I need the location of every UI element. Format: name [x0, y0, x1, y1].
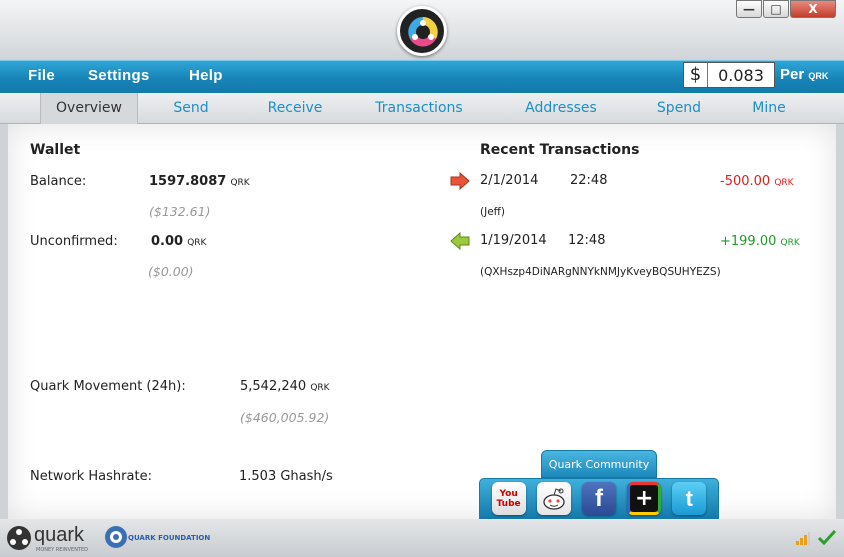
menu-help[interactable]: Help: [189, 67, 223, 84]
currency-symbol: $: [684, 63, 708, 87]
recent-transactions-title: Recent Transactions: [480, 142, 640, 158]
balance-label: Balance:: [30, 174, 87, 189]
synced-check-icon: [818, 529, 836, 545]
menu-file[interactable]: File: [28, 67, 55, 84]
tx-time: 22:48: [570, 173, 608, 188]
menu-settings[interactable]: Settings: [88, 67, 150, 84]
google-plus-icon[interactable]: +: [627, 482, 662, 515]
quark-foundation-logo-icon: [105, 526, 127, 548]
price-display: $ 0.083: [683, 62, 775, 88]
hashrate-label: Network Hashrate:: [30, 469, 152, 484]
unconfirmed-unit: QRK: [187, 238, 207, 248]
facebook-icon[interactable]: f: [581, 482, 616, 515]
youtube-icon[interactable]: You Tube: [491, 482, 526, 515]
title-bar: — □ X: [0, 0, 844, 60]
unconfirmed-value: 0.00: [151, 234, 184, 249]
movement-unit: QRK: [310, 383, 330, 393]
footer-bar: quark MONEY REINVENTED QUARK FOUNDATION: [0, 519, 844, 557]
tab-spend[interactable]: Spend: [648, 93, 710, 124]
movement-usd: ($460,005.92): [240, 410, 330, 425]
tab-send[interactable]: Send: [160, 93, 222, 124]
price-value: 0.083: [718, 65, 764, 85]
tx-date[interactable]: 2/1/2014: [480, 173, 538, 188]
maximize-button[interactable]: □: [763, 0, 789, 18]
tab-addresses[interactable]: Addresses: [515, 93, 607, 124]
reddit-icon[interactable]: [536, 482, 571, 515]
signal-strength-icon: [796, 532, 810, 545]
sent-arrow-icon: [450, 172, 470, 190]
tx-label: (QXHszp4DiNARgNNYkNMJyKveyBQSUHYEZS): [480, 266, 721, 278]
tx-time: 12:48: [568, 233, 606, 248]
quark-community-tab[interactable]: Quark Community: [541, 450, 657, 478]
tab-receive[interactable]: Receive: [258, 93, 332, 124]
tx-amount: +199.00 QRK: [720, 234, 800, 249]
unconfirmed-amount: 0.00 QRK: [151, 234, 206, 249]
foundation-name: QUARK FOUNDATION: [128, 534, 211, 542]
quark-footer-logo-icon: [7, 526, 31, 550]
brand-tagline: MONEY REINVENTED: [36, 547, 89, 553]
unconfirmed-label: Unconfirmed:: [30, 234, 118, 249]
tab-bar: Overview Send Receive Transactions Addre…: [0, 93, 844, 124]
per-text: Per: [780, 66, 805, 83]
tab-overview[interactable]: Overview: [40, 93, 138, 124]
brand-name: quark: [34, 524, 85, 546]
tx-label: (Jeff): [480, 206, 505, 218]
overview-panel: Wallet Balance: 1597.8087 QRK ($132.61) …: [8, 124, 836, 519]
movement-amount: 5,542,240 QRK: [240, 379, 330, 394]
minimize-button[interactable]: —: [736, 0, 762, 18]
tab-transactions[interactable]: Transactions: [365, 93, 473, 124]
tx-amount: -500.00 QRK: [720, 174, 794, 189]
movement-label: Quark Movement (24h):: [30, 379, 186, 394]
community-bar: You Tube f + t: [479, 478, 719, 519]
balance-value: 1597.8087: [149, 174, 227, 189]
tx-amount-unit: QRK: [780, 238, 800, 248]
tx-amount-value: -500.00: [720, 174, 771, 189]
twitter-icon[interactable]: t: [672, 482, 707, 515]
reddit-alien-icon: [543, 487, 565, 510]
hashrate-value: 1.503 Ghash/s: [239, 469, 333, 484]
tx-amount-unit: QRK: [774, 178, 794, 188]
quark-logo-icon: [397, 6, 447, 56]
unconfirmed-usd: ($0.00): [148, 264, 194, 279]
balance-amount: 1597.8087 QRK: [149, 174, 250, 189]
movement-value: 5,542,240: [240, 379, 307, 394]
per-unit: QRK: [808, 71, 829, 81]
received-arrow-icon: [450, 232, 470, 250]
tab-mine[interactable]: Mine: [746, 93, 792, 124]
balance-unit: QRK: [230, 178, 250, 188]
wallet-title: Wallet: [30, 142, 81, 158]
balance-usd: ($132.61): [149, 204, 211, 219]
close-button[interactable]: X: [790, 0, 836, 18]
tx-date[interactable]: 1/19/2014: [480, 233, 547, 248]
tx-amount-value: +199.00: [720, 234, 777, 249]
price-per-label: Per QRK: [780, 66, 828, 83]
